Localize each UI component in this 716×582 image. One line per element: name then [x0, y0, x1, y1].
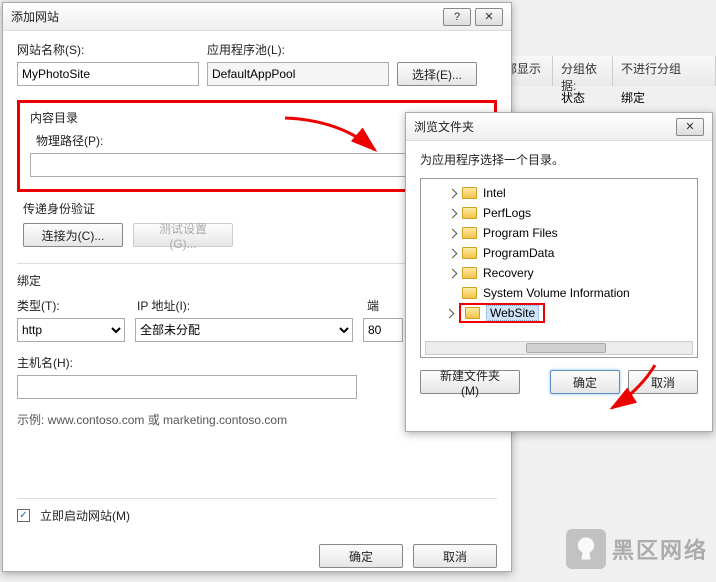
ip-label: IP 地址(I):: [137, 297, 367, 314]
watermark: 黑区网络: [566, 529, 708, 569]
browse-titlebar: 浏览文件夹 ✕: [406, 113, 712, 141]
folder-icon: [465, 307, 480, 319]
app-pool-input: [207, 62, 389, 86]
app-pool-label: 应用程序池(L):: [207, 41, 497, 58]
type-select[interactable]: http: [17, 318, 125, 342]
browse-cancel-button[interactable]: 取消: [628, 370, 698, 394]
scrollbar-thumb[interactable]: [526, 343, 606, 353]
folder-icon: [462, 227, 477, 239]
folder-tree[interactable]: Intel PerfLogs Program Files ProgramData…: [420, 178, 698, 358]
browse-folder-dialog: 浏览文件夹 ✕ 为应用程序选择一个目录。 Intel PerfLogs Prog…: [405, 112, 713, 432]
connect-as-button[interactable]: 连接为(C)...: [23, 223, 123, 247]
start-now-checkbox[interactable]: ✓: [17, 509, 30, 522]
folder-icon: [462, 187, 477, 199]
port-input[interactable]: [363, 318, 403, 342]
tree-item[interactable]: System Volume Information: [421, 283, 697, 303]
expand-icon[interactable]: [448, 188, 458, 198]
test-settings-button: 测试设置(G)...: [133, 223, 233, 247]
tree-item-label: PerfLogs: [483, 206, 531, 220]
tree-item-label: WebSite: [486, 305, 539, 321]
site-name-label: 网站名称(S):: [17, 41, 207, 58]
expand-icon[interactable]: [448, 248, 458, 258]
ip-select[interactable]: 全部未分配: [135, 318, 353, 342]
expand-icon[interactable]: [448, 268, 458, 278]
tree-item[interactable]: Recovery: [421, 263, 697, 283]
tree-item-selected[interactable]: WebSite: [421, 303, 697, 323]
site-name-input[interactable]: [17, 62, 199, 86]
tree-item-label: Intel: [483, 186, 506, 200]
background-columns: ID 状态 绑定: [485, 86, 716, 108]
expand-icon[interactable]: [445, 308, 455, 318]
background-toolbar: 全部显示(A) 分组依据: 不进行分组: [485, 56, 716, 86]
add-site-cancel-button[interactable]: 取消: [413, 544, 497, 568]
browse-ok-button[interactable]: 确定: [550, 370, 620, 394]
browse-title: 浏览文件夹: [414, 118, 672, 135]
folder-icon: [462, 267, 477, 279]
start-now-label: 立即启动网站(M): [40, 507, 130, 524]
host-input[interactable]: [17, 375, 357, 399]
bg-group-by: 分组依据:: [553, 56, 613, 86]
tree-item-label: Program Files: [483, 226, 558, 240]
tree-item-label: Recovery: [483, 266, 534, 280]
select-app-pool-button[interactable]: 选择(E)...: [397, 62, 477, 86]
phys-path-input[interactable]: [30, 153, 452, 177]
add-website-title: 添加网站: [11, 8, 439, 25]
bg-col-status[interactable]: 状态: [553, 86, 613, 108]
expand-icon[interactable]: [448, 208, 458, 218]
tree-item-label: ProgramData: [483, 246, 554, 260]
type-label: 类型(T):: [17, 297, 137, 314]
folder-icon: [462, 247, 477, 259]
horizontal-scrollbar[interactable]: [425, 341, 693, 355]
new-folder-button[interactable]: 新建文件夹(M): [420, 370, 520, 394]
close-button[interactable]: ✕: [475, 8, 503, 26]
watermark-text: 黑区网络: [612, 533, 708, 565]
tree-item[interactable]: Program Files: [421, 223, 697, 243]
selected-highlight: WebSite: [459, 303, 545, 323]
watermark-logo-icon: [566, 529, 606, 569]
tree-item[interactable]: ProgramData: [421, 243, 697, 263]
tree-item[interactable]: Intel: [421, 183, 697, 203]
bg-col-bind[interactable]: 绑定: [613, 86, 716, 108]
browse-instruction: 为应用程序选择一个目录。: [420, 151, 698, 168]
browse-close-button[interactable]: ✕: [676, 118, 704, 136]
folder-icon: [462, 207, 477, 219]
help-button[interactable]: ?: [443, 8, 471, 26]
expand-icon[interactable]: [448, 228, 458, 238]
folder-icon: [462, 287, 477, 299]
bg-group-val[interactable]: 不进行分组: [613, 56, 716, 86]
add-site-ok-button[interactable]: 确定: [319, 544, 403, 568]
start-now-row[interactable]: ✓ 立即启动网站(M): [17, 507, 497, 524]
add-website-titlebar: 添加网站 ? ✕: [3, 3, 511, 31]
tree-item[interactable]: PerfLogs: [421, 203, 697, 223]
tree-item-label: System Volume Information: [483, 286, 630, 300]
